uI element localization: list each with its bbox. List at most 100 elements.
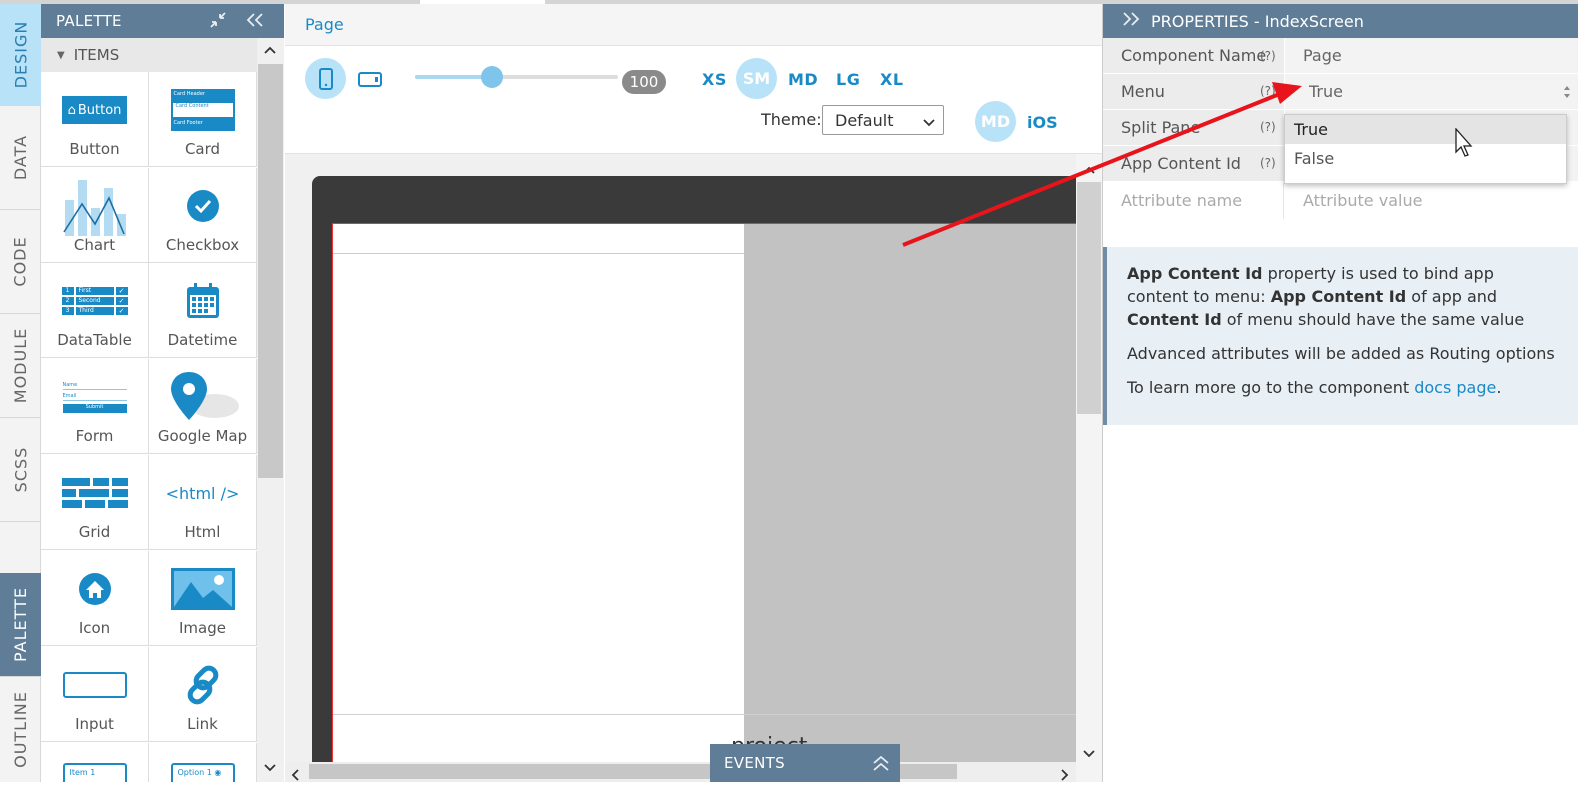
sort-arrows-icon: [1563, 84, 1571, 104]
palette-item-label: Card: [184, 140, 221, 158]
scroll-up-icon[interactable]: [263, 44, 277, 59]
scroll-down-icon[interactable]: [263, 762, 277, 777]
menu-dropdown-list: True False: [1284, 114, 1567, 184]
breakpoint-lg[interactable]: LG: [836, 70, 860, 89]
palette-item-button[interactable]: ⌂ Button Button: [41, 72, 149, 167]
property-info-box: App Content Id property is used to bind …: [1103, 247, 1578, 425]
palette-item-label: Form: [75, 427, 114, 445]
grid-icon: [61, 469, 128, 517]
double-chevron-up-icon[interactable]: [872, 754, 890, 776]
help-icon[interactable]: (?): [1260, 84, 1276, 98]
card-icon: Card Header Card Content Card Footer: [170, 86, 235, 134]
phone-landscape-icon[interactable]: [358, 72, 382, 92]
palette-item-form[interactable]: Name Email Submit Form: [41, 359, 149, 454]
palette-item-chart[interactable]: Chart: [41, 168, 149, 263]
list-icon: Item 1: [62, 763, 127, 782]
phone-portrait-icon[interactable]: [305, 58, 346, 99]
tab-outline[interactable]: OUTLINE: [0, 677, 41, 782]
attribute-value-input[interactable]: Attribute value: [1284, 183, 1578, 219]
scroll-thumb[interactable]: [1077, 182, 1101, 414]
scroll-left-icon[interactable]: [291, 766, 301, 785]
palette-item-grid[interactable]: Grid: [41, 455, 149, 550]
tab-module[interactable]: MODULE: [0, 314, 41, 418]
help-icon[interactable]: (?): [1260, 49, 1276, 63]
help-icon[interactable]: (?): [1260, 120, 1276, 134]
zoom-slider[interactable]: [415, 66, 618, 88]
palette-item-checkbox[interactable]: Checkbox: [149, 168, 257, 263]
breadcrumb-page[interactable]: Page: [305, 15, 344, 34]
breakpoint-md[interactable]: MD: [788, 70, 818, 89]
docs-page-link[interactable]: docs page: [1414, 378, 1496, 397]
double-chevron-left-icon[interactable]: [245, 11, 265, 34]
property-name: Split Pane: [1121, 118, 1201, 137]
chevron-down-icon: [923, 113, 935, 132]
palette-item-link[interactable]: Link: [149, 647, 257, 742]
canvas-toolbar: 100 XS SM MD LG XL Theme: Default MD iOS: [285, 46, 1102, 154]
breakpoint-xs[interactable]: XS: [702, 70, 727, 89]
collapse-all-icon[interactable]: [209, 11, 227, 34]
palette-item-label: Google Map: [157, 427, 248, 445]
tab-code[interactable]: CODE: [0, 210, 41, 314]
scroll-thumb[interactable]: [258, 64, 283, 478]
palette-item-datatable[interactable]: 1 First ✓ 2 Second ✓ 3 Third ✓ DataTable: [41, 263, 149, 358]
input-icon: [62, 661, 127, 709]
palette-header: PALETTE: [41, 4, 284, 38]
menu-select[interactable]: True: [1284, 74, 1578, 110]
tab-palette[interactable]: PALETTE: [0, 573, 41, 677]
caret-down-icon: ▼: [57, 49, 65, 61]
info-paragraph: App Content Id property is used to bind …: [1127, 264, 1525, 329]
platform-md-active[interactable]: MD: [975, 101, 1016, 142]
breakpoint-xl[interactable]: XL: [880, 70, 904, 89]
double-chevron-right-icon[interactable]: [1121, 10, 1141, 32]
scroll-up-icon[interactable]: [1082, 160, 1096, 179]
form-icon: Name Email Submit: [62, 373, 127, 421]
component-name-field[interactable]: Page: [1284, 38, 1578, 74]
palette-item-input[interactable]: Input: [41, 647, 149, 742]
side-tab-bar: DESIGN DATA CODE MODULE SCSS PALETTE OUT…: [0, 4, 41, 782]
palette-item-radio[interactable]: Option 1 ◉: [149, 743, 257, 782]
home-icon: [78, 565, 112, 613]
zoom-slider-handle[interactable]: [481, 66, 504, 88]
tab-scss[interactable]: SCSS: [0, 418, 41, 522]
menu-panel[interactable]: [333, 224, 744, 783]
palette-item-label: Image: [179, 619, 226, 637]
property-row-menu: Menu (?) True: [1103, 74, 1578, 110]
events-panel-toggle[interactable]: EVENTS: [710, 744, 900, 782]
palette-scrollbar[interactable]: [257, 38, 284, 782]
info-paragraph: To learn more go to the component docs p…: [1127, 378, 1502, 397]
radio-icon: Option 1 ◉: [170, 763, 235, 782]
attribute-name-input[interactable]: Attribute name: [1103, 183, 1284, 219]
info-paragraph: Advanced attributes will be added as Rou…: [1127, 344, 1555, 363]
button-icon: ⌂ Button: [62, 86, 127, 134]
palette-item-google-map[interactable]: Google Map: [149, 359, 257, 454]
property-name: Menu: [1121, 82, 1165, 101]
palette-item-html[interactable]: <html /> Html: [149, 455, 257, 550]
canvas-horizontal-scrollbar[interactable]: [285, 762, 1076, 782]
palette-item-label: Grid: [78, 523, 111, 541]
items-section-header[interactable]: ▼ ITEMS: [41, 38, 257, 72]
canvas-vertical-scrollbar[interactable]: [1076, 154, 1102, 782]
tab-data[interactable]: DATA: [0, 106, 41, 210]
chart-icon: [62, 178, 128, 236]
scroll-down-icon[interactable]: [1082, 744, 1096, 763]
theme-select[interactable]: Default: [822, 105, 944, 135]
palette-item-icon[interactable]: Icon: [41, 551, 149, 646]
device-screen[interactable]: project: [332, 223, 1077, 783]
help-icon[interactable]: (?): [1260, 156, 1276, 170]
platform-ios[interactable]: iOS: [1027, 113, 1058, 132]
html-icon: <html />: [165, 483, 240, 503]
palette-item-image[interactable]: Image: [149, 551, 257, 646]
breakpoint-sm-active[interactable]: SM: [736, 58, 777, 99]
tab-design[interactable]: DESIGN: [0, 4, 41, 106]
properties-panel: PROPERTIES - IndexScreen Component Name …: [1102, 4, 1578, 782]
palette-item-datetime[interactable]: Datetime: [149, 263, 257, 358]
property-row-attribute: Attribute name Attribute value: [1103, 183, 1578, 219]
items-section-label: ITEMS: [73, 46, 120, 64]
dropdown-option-false[interactable]: False: [1285, 144, 1566, 173]
image-icon: [170, 565, 235, 613]
dropdown-option-true[interactable]: True: [1285, 115, 1566, 144]
scroll-right-icon[interactable]: [1059, 766, 1069, 785]
properties-header: PROPERTIES - IndexScreen: [1103, 4, 1578, 38]
palette-item-card[interactable]: Card Header Card Content Card Footer Car…: [149, 72, 257, 167]
palette-item-list[interactable]: Item 1: [41, 743, 149, 782]
